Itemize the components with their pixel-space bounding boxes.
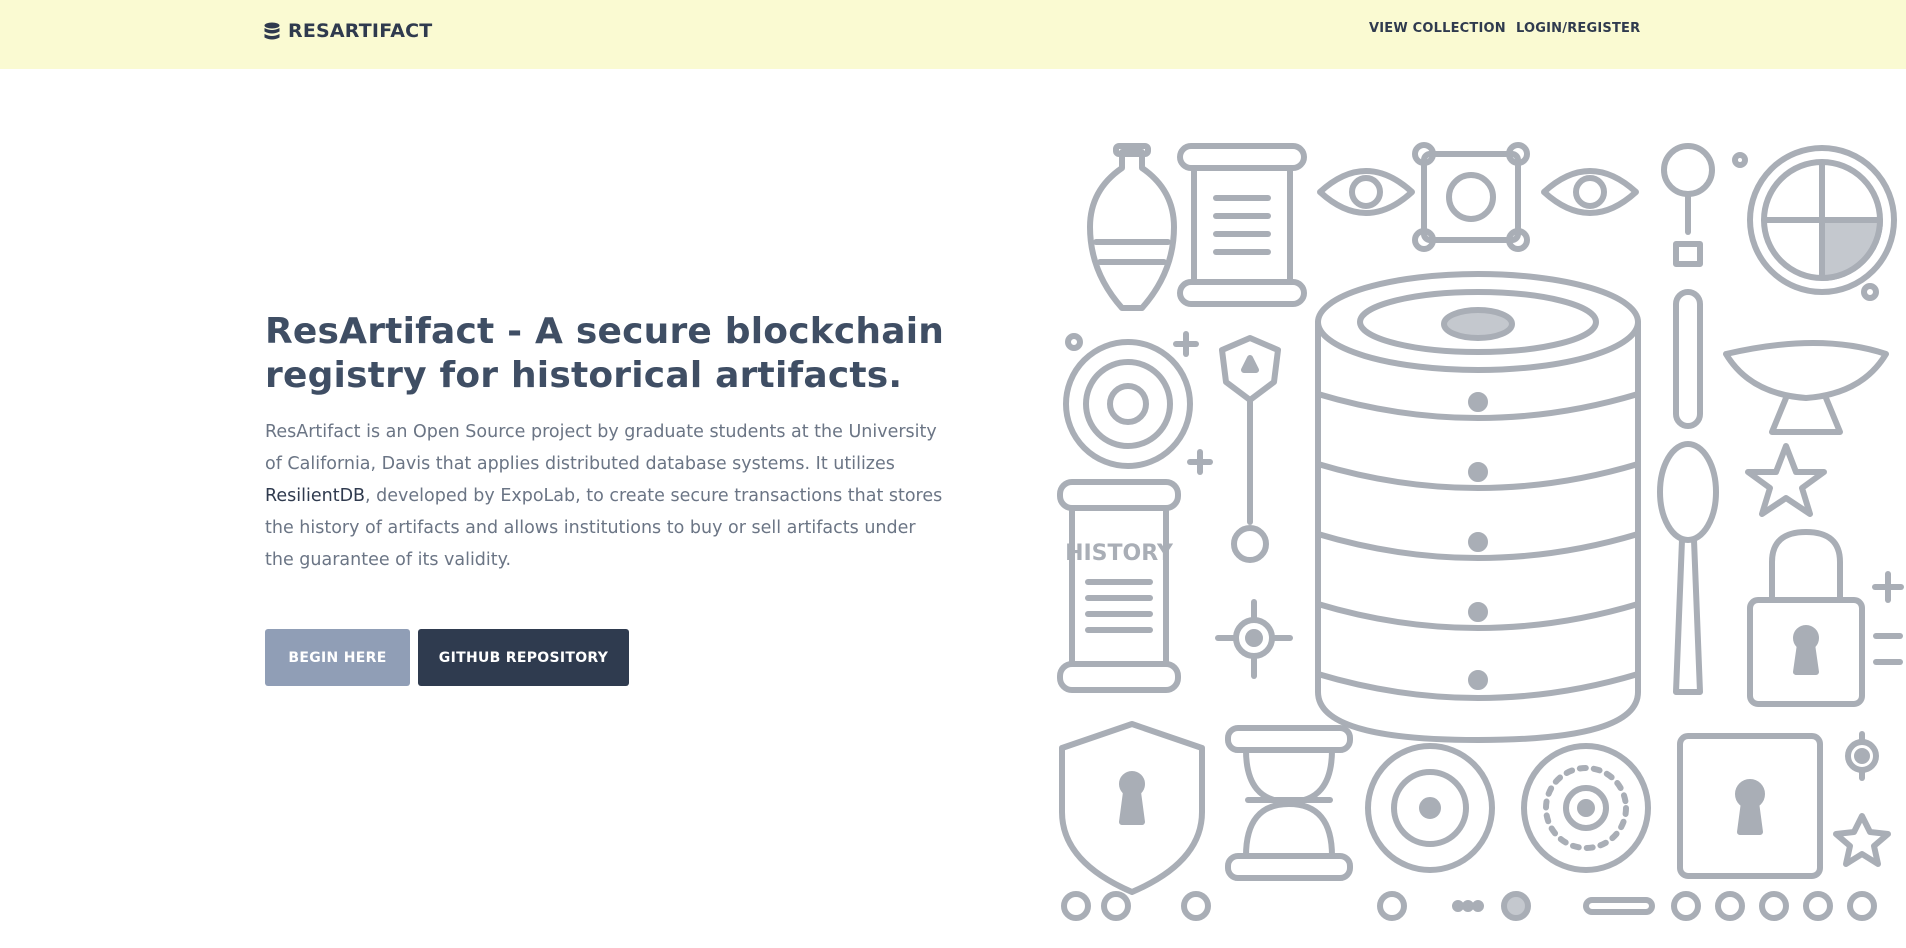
lockbox-icon: [1677, 733, 1823, 879]
pie-chart-icon: [1747, 145, 1897, 295]
database-stack-icon: [1315, 271, 1641, 743]
scroll-label: HISTORY: [1065, 541, 1174, 566]
brand-link[interactable]: RESARTIFACT: [264, 18, 432, 44]
top-navbar: RESARTIFACT VIEW COLLECTION LOGIN/REGIST…: [0, 0, 1906, 69]
github-repository-button[interactable]: GITHUB REPOSITORY: [418, 629, 629, 686]
padlock-icon: [1747, 529, 1865, 707]
vase-icon: [1087, 143, 1177, 311]
shield-icon: [1059, 721, 1205, 895]
artifacts-illustration: HISTORY: [1050, 132, 1906, 948]
pendant-icon: [1219, 335, 1281, 563]
magnifier-icon: [1661, 143, 1715, 267]
oil-lamp-icon: [1723, 340, 1889, 435]
brand-name: RESARTIFACT: [288, 20, 433, 42]
nav-view-collection[interactable]: VIEW COLLECTION: [1369, 21, 1506, 36]
eye-icon: [1541, 168, 1639, 216]
gear-icon: [1833, 731, 1891, 867]
eye-icon: [1317, 168, 1415, 216]
database-icon: [264, 22, 280, 39]
target-icon: [1063, 339, 1193, 469]
begin-here-button[interactable]: BEGIN HERE: [265, 629, 410, 686]
nav-login-register[interactable]: LOGIN/REGISTER: [1516, 21, 1640, 36]
dots-row-icon: [1061, 891, 1877, 921]
hero-title: ResArtifact - A secure blockchain regist…: [265, 311, 945, 396]
compass-icon: [1215, 599, 1293, 679]
hero-description: ResArtifact is an Open Source project by…: [265, 416, 945, 576]
coin-icon: [1365, 743, 1495, 873]
resilientdb-link[interactable]: ResilientDB: [265, 486, 365, 506]
scroll-icon: [1177, 143, 1307, 307]
spoon-icon: [1657, 441, 1719, 695]
star-icon: [1745, 443, 1827, 517]
network-node-icon: [1412, 142, 1530, 252]
seal-icon: [1521, 743, 1651, 873]
description-text-2: , developed by ExpoLab, to create secure…: [265, 486, 943, 570]
description-text-1: ResArtifact is an Open Source project by…: [265, 422, 937, 474]
history-scroll-icon: HISTORY: [1057, 479, 1181, 693]
hourglass-icon: [1225, 725, 1353, 881]
key-icon: [1673, 289, 1703, 429]
